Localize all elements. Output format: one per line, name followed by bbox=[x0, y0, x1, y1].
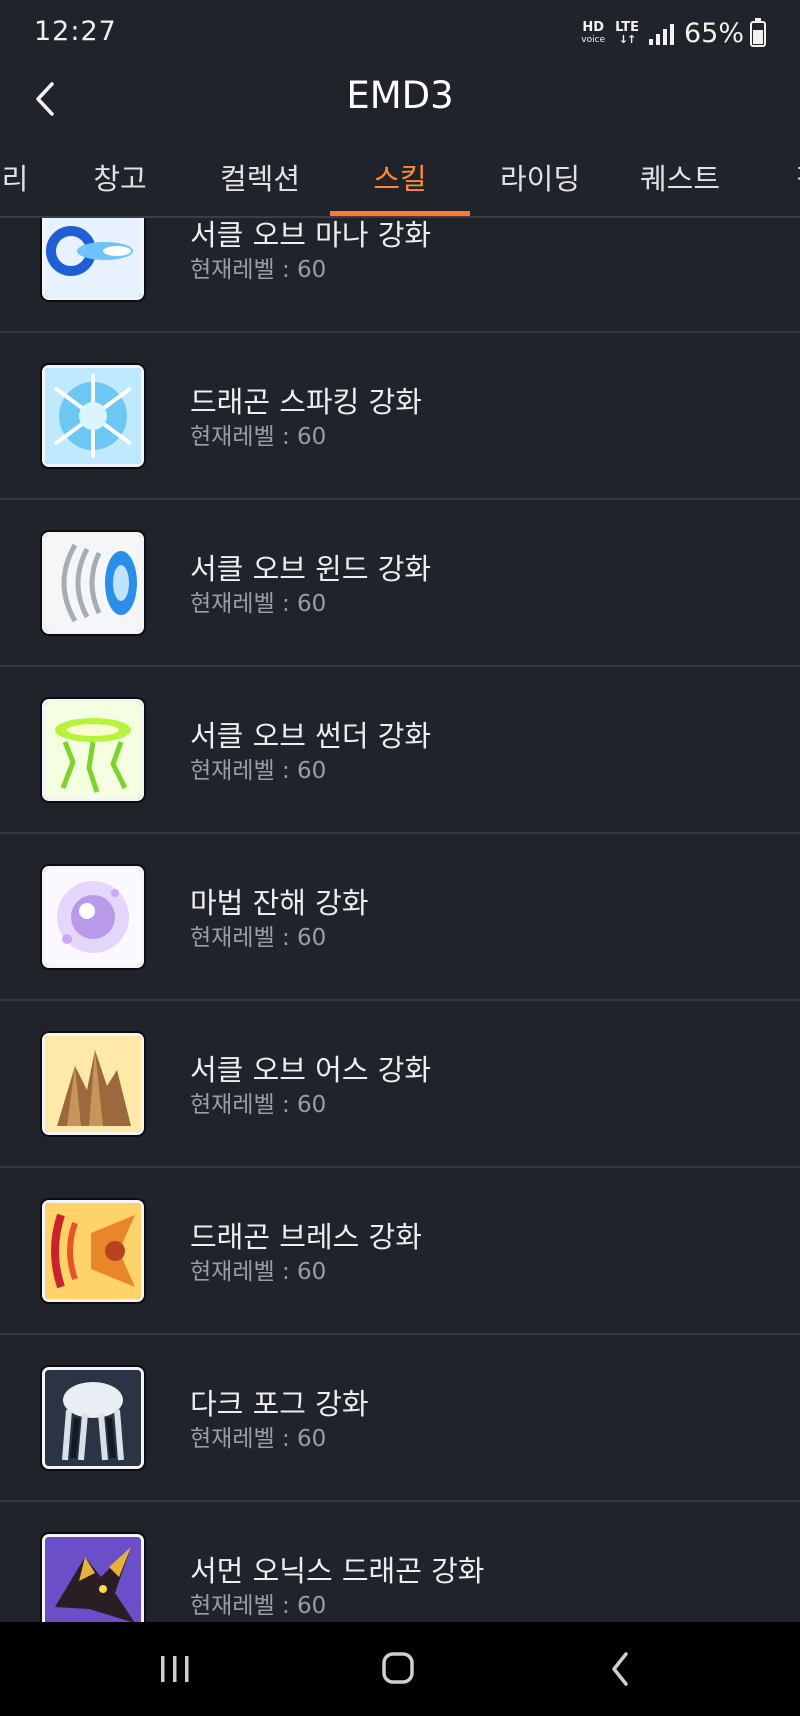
battery-icon bbox=[750, 17, 766, 47]
system-nav-bar bbox=[0, 1622, 800, 1716]
onyx-dragon-icon bbox=[42, 1534, 144, 1622]
list-item[interactable]: 서클 오브 어스 강화 현재레벨 : 60 bbox=[0, 1001, 800, 1168]
earth-circle-icon bbox=[42, 1033, 144, 1135]
skill-level: 현재레벨 : 60 bbox=[190, 1593, 327, 1619]
dark-fog-icon bbox=[42, 1367, 144, 1469]
back-nav-button[interactable] bbox=[592, 1644, 652, 1694]
battery-percent: 65% bbox=[683, 18, 744, 49]
home-button[interactable] bbox=[368, 1644, 428, 1694]
dragon-sparking-icon bbox=[42, 365, 144, 467]
wind-circle-icon bbox=[42, 532, 144, 634]
skill-level: 현재레벨 : 60 bbox=[190, 1426, 327, 1452]
list-item[interactable]: 드래곤 스파킹 강화 현재레벨 : 60 bbox=[0, 333, 800, 500]
skill-name: 서클 오브 마나 강화 bbox=[190, 218, 432, 252]
skill-level: 현재레벨 : 60 bbox=[190, 591, 327, 617]
skill-level: 현재레벨 : 60 bbox=[190, 1259, 327, 1285]
thunder-circle-icon bbox=[42, 699, 144, 801]
status-indicators: HD voice LTE ↓↑ 65% bbox=[581, 17, 766, 49]
back-nav-icon bbox=[612, 1652, 628, 1686]
skill-level: 현재레벨 : 60 bbox=[190, 925, 327, 951]
status-bar: 12:27 HD voice LTE ↓↑ 65% bbox=[0, 0, 800, 66]
recent-apps-icon bbox=[161, 1656, 189, 1682]
page-title: EMD3 bbox=[346, 74, 454, 117]
tab-collection[interactable]: 컬렉션 bbox=[190, 138, 330, 216]
skill-level: 현재레벨 : 60 bbox=[190, 257, 327, 283]
skill-name: 서먼 오닉스 드래곤 강화 bbox=[190, 1554, 485, 1588]
list-item[interactable]: 마법 잔해 강화 현재레벨 : 60 bbox=[0, 834, 800, 1001]
tab-pet[interactable]: 펫 bbox=[740, 138, 800, 216]
list-item[interactable]: 서먼 오닉스 드래곤 강화 현재레벨 : 60 bbox=[0, 1502, 800, 1622]
tab-riding[interactable]: 라이딩 bbox=[470, 138, 610, 216]
skill-name: 마법 잔해 강화 bbox=[190, 886, 369, 920]
skill-list: 서클 오브 마나 강화 현재레벨 : 60 드래곤 스파킹 강화 현재레벨 : … bbox=[0, 218, 800, 1622]
mana-circle-icon bbox=[42, 218, 144, 300]
status-time: 12:27 bbox=[34, 16, 117, 47]
dragon-breath-icon bbox=[42, 1200, 144, 1302]
magic-debris-icon bbox=[42, 866, 144, 968]
skill-level: 현재레벨 : 60 bbox=[190, 1092, 327, 1118]
skill-level: 현재레벨 : 60 bbox=[190, 758, 327, 784]
skill-name: 서클 오브 썬더 강화 bbox=[190, 719, 432, 753]
list-item[interactable]: 다크 포그 강화 현재레벨 : 60 bbox=[0, 1335, 800, 1502]
tab-quest[interactable]: 퀘스트 bbox=[610, 138, 750, 216]
home-icon bbox=[382, 1652, 414, 1684]
signal-icon bbox=[648, 23, 674, 45]
list-item[interactable]: 서클 오브 썬더 강화 현재레벨 : 60 bbox=[0, 667, 800, 834]
skill-level: 현재레벨 : 60 bbox=[190, 424, 327, 450]
skill-name: 드래곤 스파킹 강화 bbox=[190, 385, 422, 419]
recent-apps-button[interactable] bbox=[145, 1644, 205, 1694]
skill-name: 드래곤 브레스 강화 bbox=[190, 1220, 422, 1254]
list-item[interactable]: 서클 오브 마나 강화 현재레벨 : 60 bbox=[0, 218, 800, 333]
tab-skill[interactable]: 스킬 bbox=[330, 138, 470, 216]
tab-bar: 리 창고 컬렉션 스킬 라이딩 퀘스트 펫 bbox=[0, 138, 800, 218]
skill-name: 다크 포그 강화 bbox=[190, 1387, 369, 1421]
list-item[interactable]: 드래곤 브레스 강화 현재레벨 : 60 bbox=[0, 1168, 800, 1335]
skill-name: 서클 오브 어스 강화 bbox=[190, 1053, 432, 1087]
list-item[interactable]: 서클 오브 윈드 강화 현재레벨 : 60 bbox=[0, 500, 800, 667]
lte-icon: LTE ↓↑ bbox=[615, 19, 639, 46]
active-tab-indicator bbox=[330, 211, 470, 216]
hd-voice-icon: HD voice bbox=[581, 19, 606, 45]
skill-name: 서클 오브 윈드 강화 bbox=[190, 552, 432, 586]
tab-storage[interactable]: 창고 bbox=[50, 138, 190, 216]
app-header: EMD3 bbox=[0, 66, 800, 128]
